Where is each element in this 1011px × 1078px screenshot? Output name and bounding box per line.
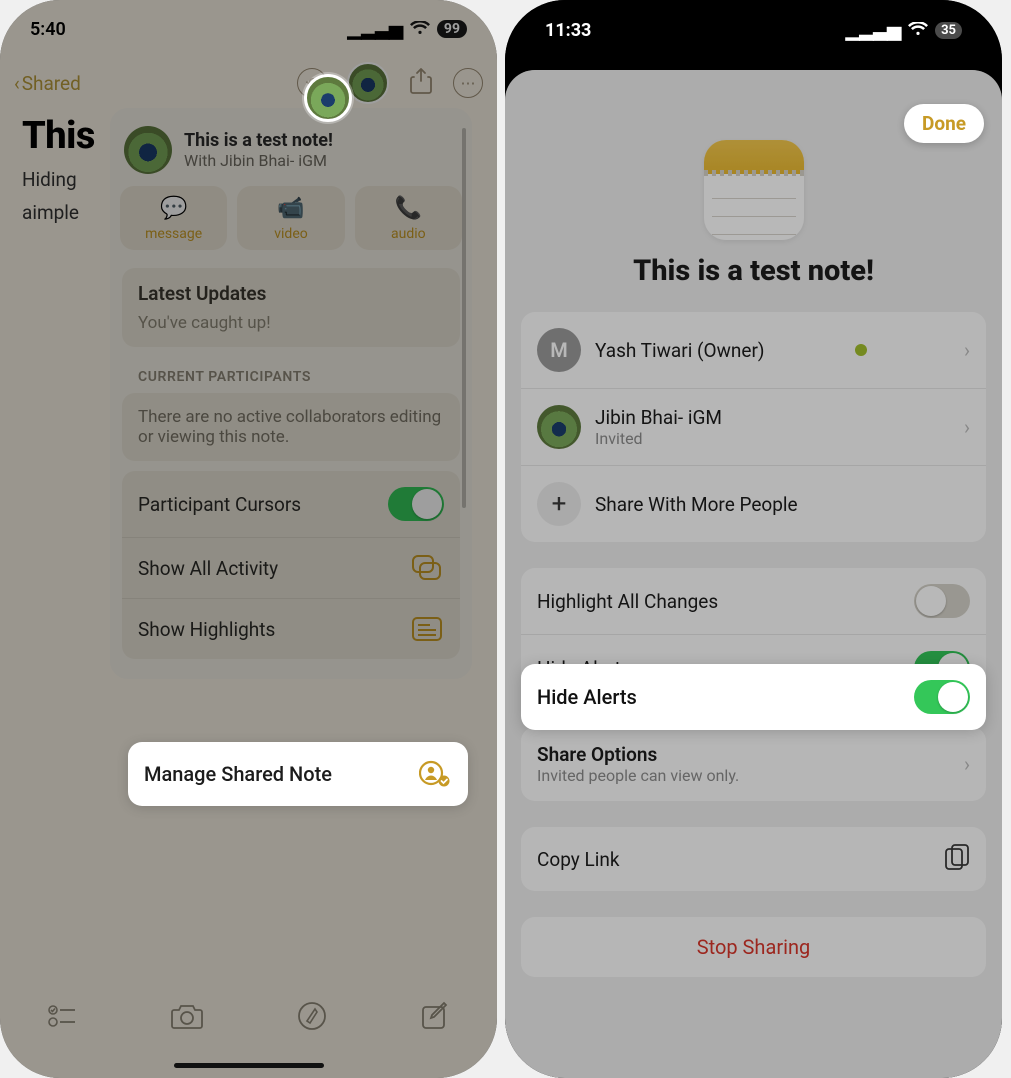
message-button[interactable]: 💬 message [120,186,227,250]
invited-name: Jibin Bhai- iGM [595,406,722,429]
chevron-right-icon: › [964,415,970,439]
row-label: Show Highlights [138,618,275,641]
invited-row[interactable]: Jibin Bhai- iGM Invited › [521,388,986,465]
online-dot-icon [855,344,867,356]
status-bar: 5:40 ▁▂▃▅ 99 [0,0,497,58]
back-label: Shared [22,72,81,95]
copy-link-block[interactable]: Copy Link [521,827,986,891]
popover-title: This is a test note! [184,130,333,151]
nav-bar: ‹ Shared ↶ ⋯ [0,58,497,108]
updates-heading: Latest Updates [138,282,444,305]
invited-avatar [537,405,581,449]
video-label: video [274,226,308,242]
popover-subtitle: With Jibin Bhai- iGM [184,151,333,170]
collaborator-avatar-highlighted[interactable] [304,74,352,122]
copy-link-label: Copy Link [537,848,619,871]
message-label: message [145,226,202,242]
invited-status: Invited [595,429,722,448]
share-options-block[interactable]: Share Options Invited people can view on… [521,727,986,801]
battery-indicator: 99 [437,20,467,38]
phone-left: 5:40 ▁▂▃▅ 99 ‹ Shared ↶ ⋯ [0,0,497,1078]
copy-icon [944,843,970,875]
notes-app-icon [704,140,804,240]
hide-alerts-toggle[interactable] [914,680,970,714]
video-button[interactable]: 📹 video [237,186,344,250]
share-more-label: Share With More People [595,493,798,516]
show-highlights-row[interactable]: Show Highlights [122,598,460,659]
share-options-title: Share Options [537,743,739,766]
audio-button[interactable]: 📞 audio [355,186,462,250]
participant-cursors-toggle[interactable] [388,487,444,521]
manage-shared-note-row[interactable]: Manage Shared Note [128,742,468,806]
participants-label: CURRENT PARTICIPANTS [110,357,472,389]
phone-right: 11:33 ▁▂▃▅ 35 This is a test note! M Yas… [505,0,1002,1078]
message-icon: 💬 [160,196,187,221]
owner-name: Yash Tiwari (Owner) [595,339,765,362]
show-all-activity-row[interactable]: Show All Activity [122,537,460,598]
battery-indicator: 35 [935,22,962,39]
chevron-right-icon: › [964,752,970,776]
manage-shared-screen: 11:33 ▁▂▃▅ 35 This is a test note! M Yas… [505,0,1002,1078]
latest-updates-card: Latest Updates You've caught up! [122,268,460,347]
sheet-title: This is a test note! [505,254,1002,288]
cellular-icon: ▁▂▃▅ [348,19,403,40]
video-icon: 📹 [277,196,304,221]
highlights-icon [410,615,444,643]
owner-row[interactable]: M Yash Tiwari (Owner) › [521,312,986,388]
back-button[interactable]: ‹ Shared [14,72,81,95]
stop-sharing-label: Stop Sharing [521,917,986,977]
markup-icon[interactable] [297,1001,327,1035]
share-with-more-row[interactable]: + Share With More People [521,465,986,542]
hide-alerts-row[interactable]: Hide Alerts [521,664,986,730]
phone-icon: 📞 [395,196,422,221]
status-time: 11:33 [545,20,591,41]
done-button[interactable]: Done [904,104,984,143]
cellular-icon: ▁▂▃▅ [846,20,901,41]
checklist-icon[interactable] [47,1003,77,1033]
compose-icon[interactable] [420,1001,450,1035]
home-indicator[interactable] [174,1063,324,1068]
activity-icon [410,554,444,582]
manage-sheet: This is a test note! M Yash Tiwari (Owne… [505,70,1002,1078]
wifi-icon [410,19,430,40]
row-label: Show All Activity [138,557,278,580]
participant-cursors-row[interactable]: Participant Cursors [122,471,460,537]
collaborator-avatar [124,126,172,174]
row-label: Highlight All Changes [537,590,718,613]
people-block: M Yash Tiwari (Owner) › Jibin Bhai- iGM … [521,312,986,542]
more-icon[interactable]: ⋯ [453,68,483,98]
participants-card: There are no active collaborators editin… [122,393,460,461]
share-icon[interactable] [409,67,433,99]
updates-text: You've caught up! [138,313,444,333]
collaboration-popover: This is a test note! With Jibin Bhai- iG… [110,108,472,679]
highlight-changes-toggle[interactable] [914,584,970,618]
collaborator-avatar-button[interactable] [347,62,389,104]
row-label: Participant Cursors [138,493,301,516]
participants-text: There are no active collaborators editin… [138,407,444,447]
row-label: Manage Shared Note [144,762,332,786]
camera-icon[interactable] [170,1002,204,1034]
scroll-indicator[interactable] [462,128,466,508]
audio-label: audio [391,226,426,242]
done-label: Done [922,112,966,135]
highlight-changes-row[interactable]: Highlight All Changes [521,568,986,634]
share-options-subtitle: Invited people can view only. [537,766,739,785]
row-label: Hide Alerts [537,685,637,709]
owner-avatar: M [537,328,581,372]
chevron-left-icon: ‹ [14,72,20,95]
status-time: 5:40 [30,19,66,40]
wifi-icon [908,20,928,41]
status-bar: 11:33 ▁▂▃▅ 35 [505,0,1002,60]
stop-sharing-block[interactable]: Stop Sharing [521,917,986,977]
plus-icon: + [537,482,581,526]
chevron-right-icon: › [964,338,970,362]
notes-screen: 5:40 ▁▂▃▅ 99 ‹ Shared ↶ ⋯ [0,0,497,1078]
people-icon [418,760,452,788]
